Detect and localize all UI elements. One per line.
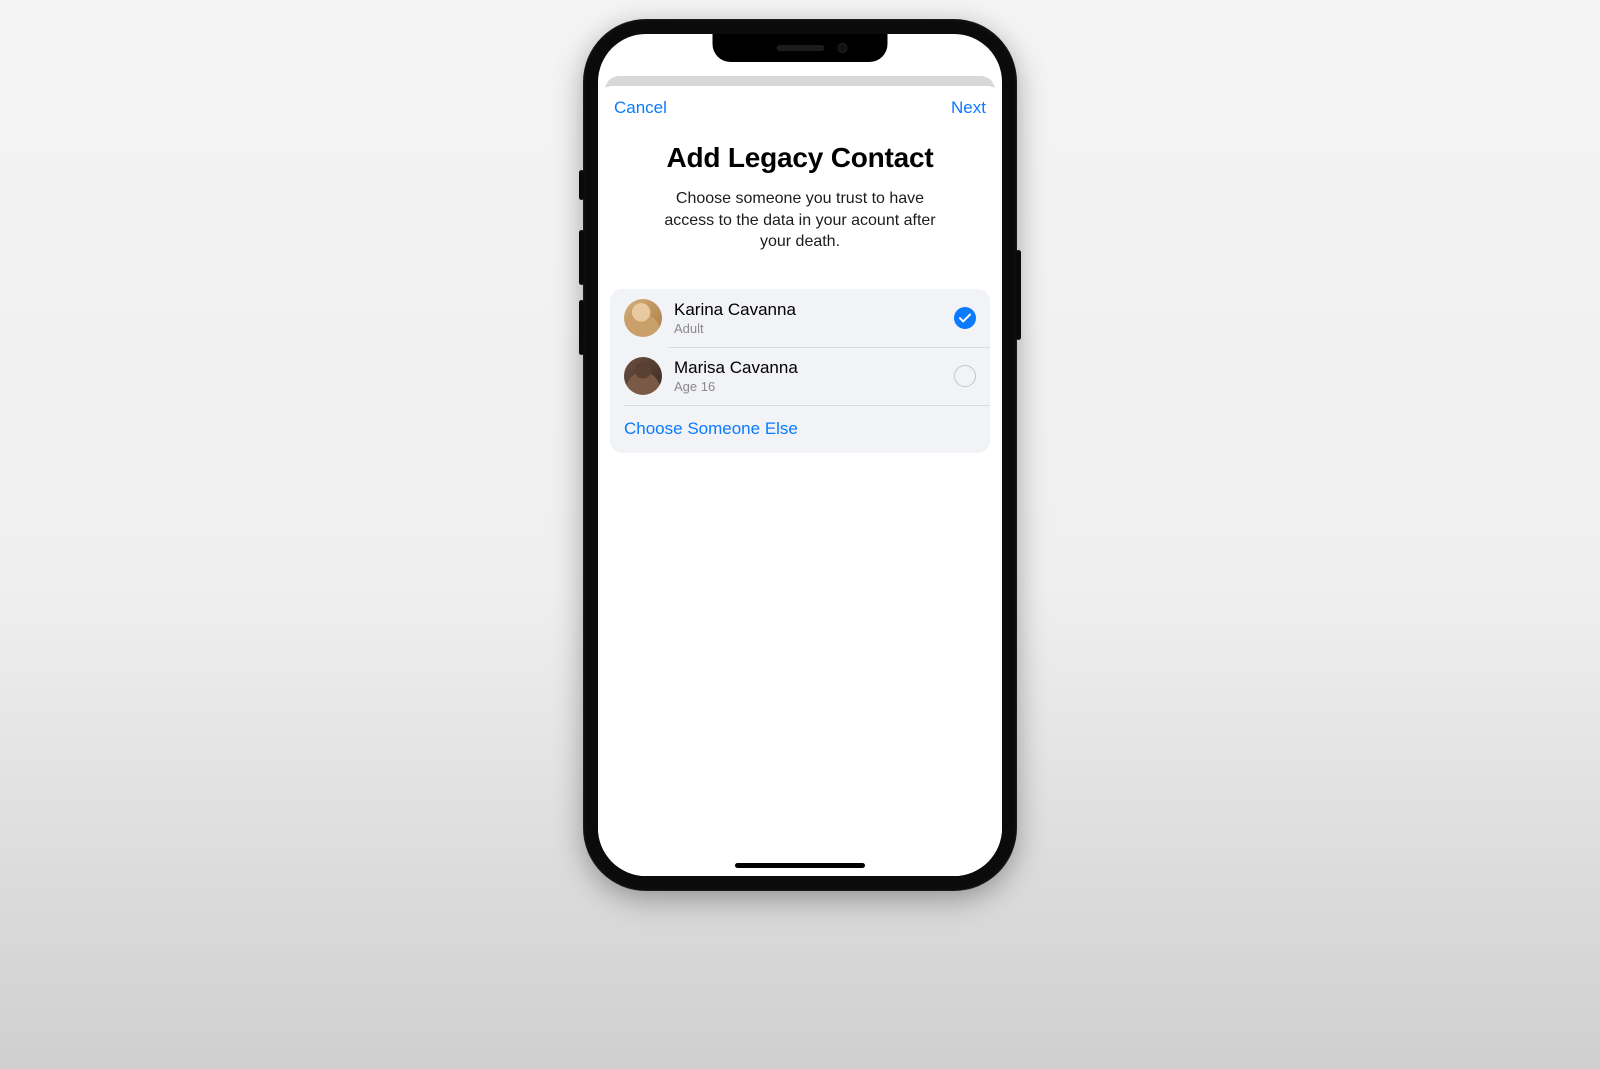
contact-subtitle: Age 16 xyxy=(674,379,942,394)
modal-sheet: Cancel Next Add Legacy Contact Choose so… xyxy=(598,86,1002,876)
contact-row[interactable]: Marisa Cavanna Age 16 xyxy=(610,347,990,405)
page-title: Add Legacy Contact xyxy=(618,142,982,174)
contact-list: Karina Cavanna Adult Marisa Cavanna xyxy=(610,289,990,453)
cancel-button[interactable]: Cancel xyxy=(614,98,667,118)
radio-unselected-icon[interactable] xyxy=(954,365,976,387)
status-bar: 9:41 xyxy=(598,34,1002,78)
iphone-frame: 9:41 xyxy=(584,20,1016,890)
wifi-icon xyxy=(927,50,944,62)
home-indicator[interactable] xyxy=(735,863,865,868)
checkmark-selected-icon[interactable] xyxy=(954,307,976,329)
contact-name: Karina Cavanna xyxy=(674,300,942,320)
next-button[interactable]: Next xyxy=(951,98,986,118)
volume-down-button xyxy=(579,300,584,355)
contact-subtitle: Adult xyxy=(674,321,942,336)
contact-name: Marisa Cavanna xyxy=(674,358,942,378)
avatar xyxy=(624,357,662,395)
contact-row[interactable]: Karina Cavanna Adult xyxy=(610,289,990,347)
page-subtitle: Choose someone you trust to have access … xyxy=(650,188,950,253)
volume-up-button xyxy=(579,230,584,285)
choose-someone-else-row[interactable]: Choose Someone Else xyxy=(610,405,990,453)
hero: Add Legacy Contact Choose someone you tr… xyxy=(598,126,1002,261)
nav-bar: Cancel Next xyxy=(598,86,1002,126)
screen: 9:41 xyxy=(598,34,1002,876)
avatar xyxy=(624,299,662,337)
power-button xyxy=(1016,250,1021,340)
choose-someone-else-label: Choose Someone Else xyxy=(624,419,798,439)
cellular-icon xyxy=(903,50,921,62)
status-time: 9:41 xyxy=(624,48,654,65)
mute-switch xyxy=(579,170,584,200)
battery-icon xyxy=(950,50,976,62)
